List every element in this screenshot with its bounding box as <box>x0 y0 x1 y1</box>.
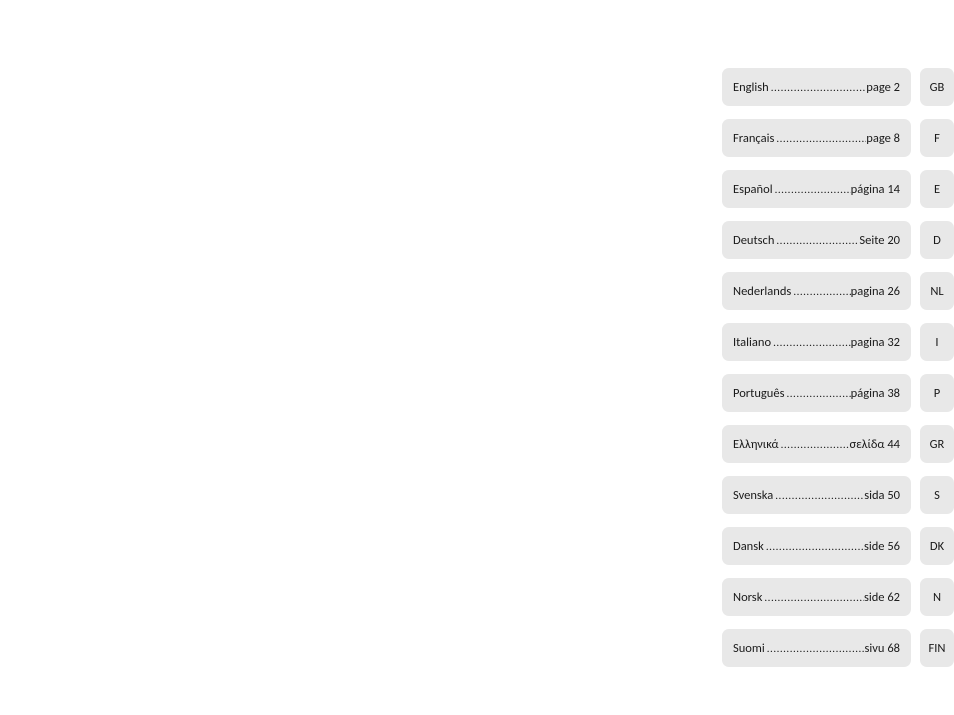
toc-leader-dots <box>791 285 850 298</box>
toc-page-label: sivu 68 <box>865 641 900 656</box>
toc-language-name: Dansk <box>733 539 764 554</box>
toc-language-entry: Ελληνικά σελίδα 44 <box>722 425 911 463</box>
toc-row: Italiano pagina 32 I <box>722 323 954 361</box>
toc-language-entry: Norsk side 62 <box>722 578 911 616</box>
toc-page-label: pagina 26 <box>851 284 900 299</box>
toc-country-code: P <box>920 374 954 412</box>
toc-page-label: sida 50 <box>864 488 900 503</box>
toc-leader-dots <box>771 336 851 349</box>
toc-language-name: Svenska <box>733 488 773 503</box>
toc-leader-dots <box>773 183 851 196</box>
toc-page-label: page 2 <box>866 80 900 95</box>
toc-leader-dots <box>769 81 867 94</box>
toc-language-name: Français <box>733 131 774 146</box>
toc-country-code: GR <box>920 425 954 463</box>
toc-language-entry: Français page 8 <box>722 119 911 157</box>
toc-language-name: Español <box>733 182 773 197</box>
toc-language-entry: Español página 14 <box>722 170 911 208</box>
toc-language-name: Italiano <box>733 335 771 350</box>
toc-leader-dots <box>774 132 866 145</box>
toc-row: English page 2 GB <box>722 68 954 106</box>
toc-row: Español página 14 E <box>722 170 954 208</box>
toc-row: Suomi sivu 68 FIN <box>722 629 954 667</box>
toc-language-entry: Svenska sida 50 <box>722 476 911 514</box>
toc-language-name: Nederlands <box>733 284 791 299</box>
toc-leader-dots <box>765 642 865 655</box>
toc-leader-dots <box>774 234 859 247</box>
toc-page-label: σελίδα 44 <box>849 437 900 452</box>
toc-row: Nederlands pagina 26 NL <box>722 272 954 310</box>
toc-language-entry: English page 2 <box>722 68 911 106</box>
toc-language-name: Suomi <box>733 641 765 656</box>
toc-leader-dots <box>764 540 864 553</box>
toc-language-entry: Português página 38 <box>722 374 911 412</box>
toc-leader-dots <box>784 387 850 400</box>
toc-language-entry: Italiano pagina 32 <box>722 323 911 361</box>
toc-page-label: página 38 <box>851 386 900 401</box>
toc-country-code: FIN <box>920 629 954 667</box>
toc-leader-dots <box>762 591 864 604</box>
toc-country-code: E <box>920 170 954 208</box>
toc-country-code: F <box>920 119 954 157</box>
toc-row: Dansk side 56 DK <box>722 527 954 565</box>
toc-page-label: page 8 <box>866 131 900 146</box>
toc-language-name: Ελληνικά <box>733 437 779 452</box>
toc-language-entry: Suomi sivu 68 <box>722 629 911 667</box>
toc-country-code: GB <box>920 68 954 106</box>
toc-row: Português página 38 P <box>722 374 954 412</box>
toc-row: Norsk side 62 N <box>722 578 954 616</box>
toc-language-name: Português <box>733 386 784 401</box>
toc-row: Svenska sida 50 S <box>722 476 954 514</box>
toc-language-name: English <box>733 80 769 95</box>
toc-country-code: S <box>920 476 954 514</box>
toc-country-code: DK <box>920 527 954 565</box>
toc-language-entry: Nederlands pagina 26 <box>722 272 911 310</box>
toc-language-entry: Dansk side 56 <box>722 527 911 565</box>
toc-page-label: side 56 <box>864 539 900 554</box>
toc-country-code: D <box>920 221 954 259</box>
toc-country-code: NL <box>920 272 954 310</box>
toc-language-entry: Deutsch Seite 20 <box>722 221 911 259</box>
toc-row: Français page 8 F <box>722 119 954 157</box>
toc-leader-dots <box>779 438 850 451</box>
toc-row: Deutsch Seite 20 D <box>722 221 954 259</box>
toc-row: Ελληνικά σελίδα 44 GR <box>722 425 954 463</box>
toc-page-label: pagina 32 <box>851 335 900 350</box>
toc-language-name: Norsk <box>733 590 762 605</box>
toc-page-label: Seite 20 <box>859 233 900 248</box>
table-of-contents: English page 2 GB Français page 8 F Espa… <box>722 68 954 680</box>
toc-language-name: Deutsch <box>733 233 774 248</box>
toc-leader-dots <box>773 489 864 502</box>
toc-country-code: I <box>920 323 954 361</box>
toc-page-label: side 62 <box>864 590 900 605</box>
toc-country-code: N <box>920 578 954 616</box>
toc-page-label: página 14 <box>851 182 900 197</box>
